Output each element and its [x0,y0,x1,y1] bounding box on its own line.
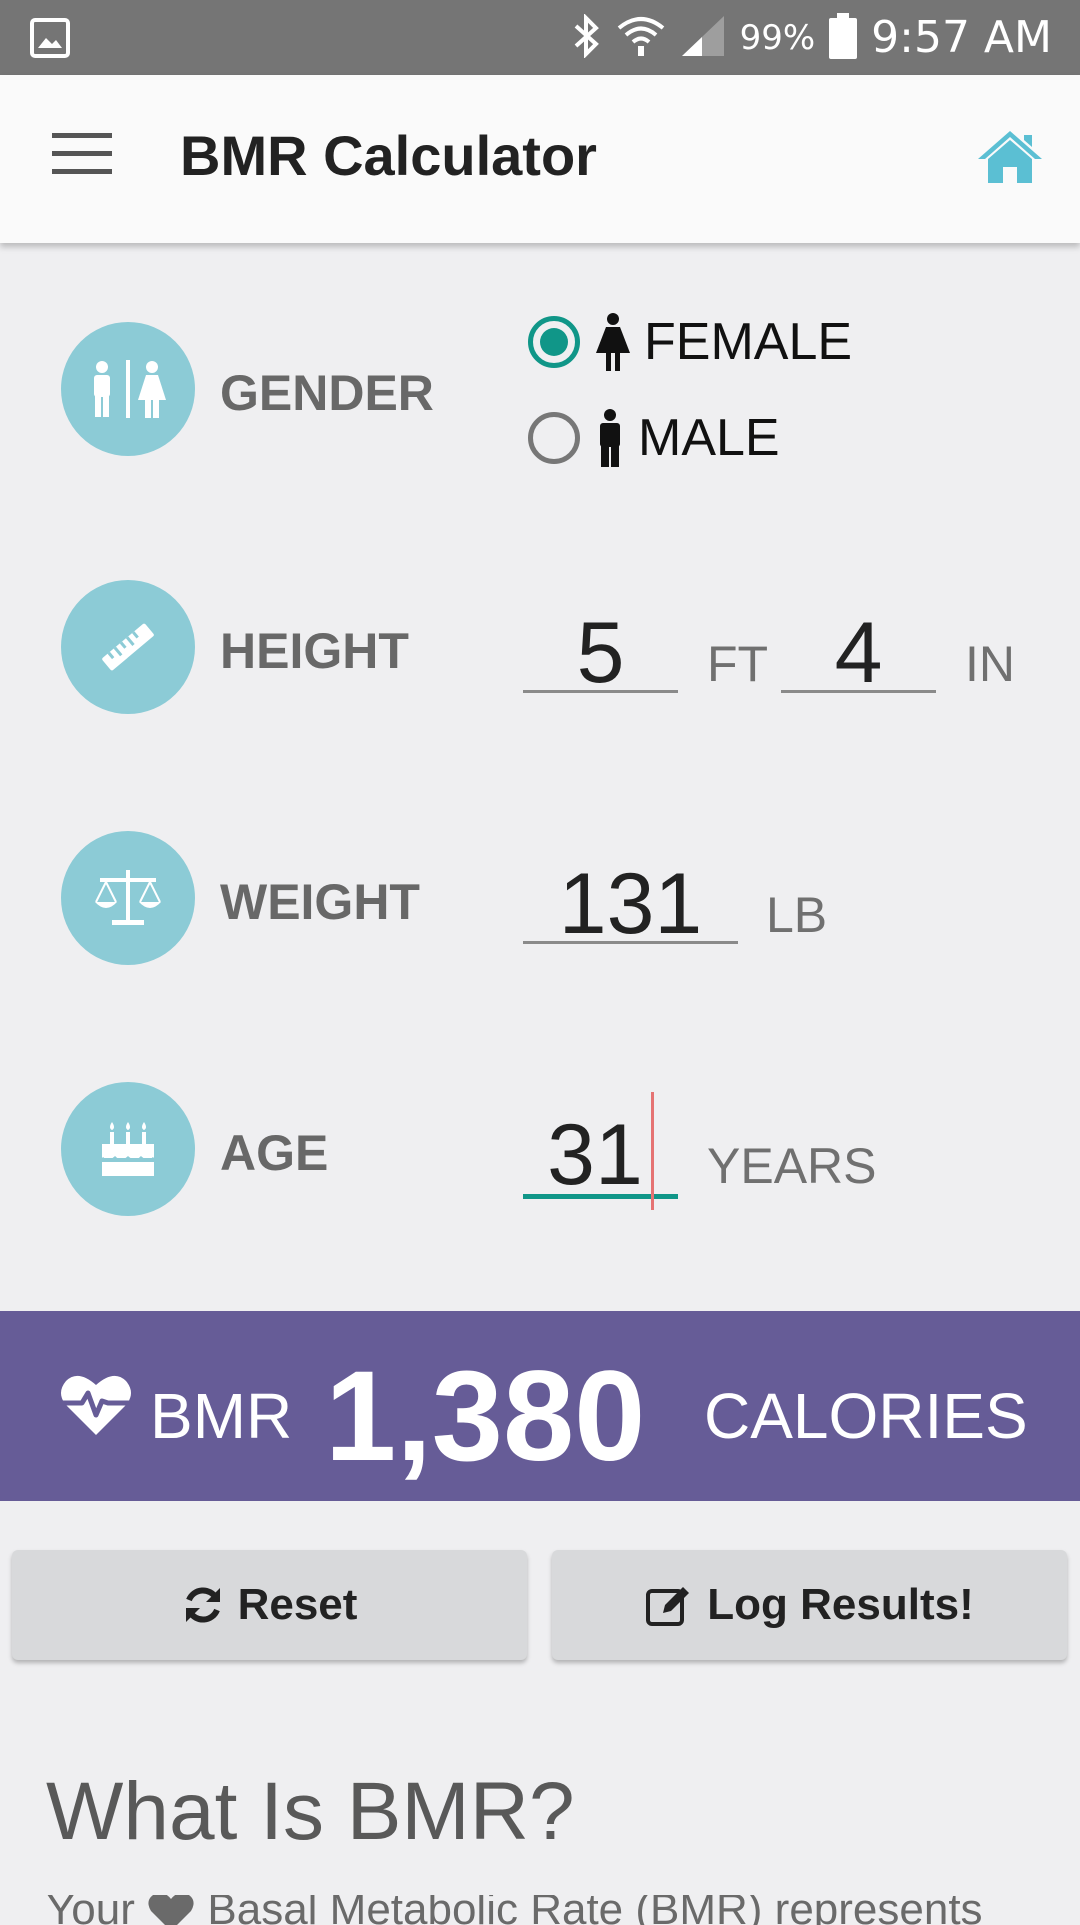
weight-input[interactable]: 131 [523,861,738,947]
refresh-icon [185,1587,220,1623]
reset-button[interactable]: Reset [12,1550,527,1660]
radio-female[interactable]: FEMALE [528,312,852,372]
weight-circle [61,831,195,965]
log-results-label: Log Results! [707,1580,974,1629]
weight-unit: LB [766,887,828,943]
home-icon[interactable] [976,127,1044,190]
battery-icon [829,12,858,63]
menu-icon[interactable] [52,133,112,177]
heartbeat-icon [61,1375,131,1435]
section-body: Your Basal Metabolic Rate (BMR) represen… [46,1895,1046,1925]
wifi-icon [616,14,666,62]
feet-unit: FT [707,636,769,692]
height-circle [61,580,195,714]
height-inches-input[interactable]: 4 [781,610,936,696]
height-feet-input[interactable]: 5 [523,610,678,696]
bmr-unit: CALORIES [704,1380,1028,1452]
male-icon [600,409,620,467]
page-title: BMR Calculator [180,124,597,187]
age-input[interactable]: 31 [523,1092,678,1211]
female-label: FEMALE [644,313,853,371]
radio-male-button[interactable] [528,412,580,464]
female-icon [596,313,630,371]
heart-icon [148,1895,194,1925]
body-text-before: Your [46,1895,135,1925]
inches-unit: IN [965,636,1015,692]
signal-icon [680,14,726,62]
restroom-icon [94,360,166,418]
bmr-value: 1,380 [325,1345,646,1488]
bmr-result-banner: BMR 1,380 CALORIES [0,1311,1080,1501]
text-caret [650,1092,654,1211]
log-results-button[interactable]: Log Results! [552,1550,1067,1660]
edit-icon [646,1587,690,1626]
bmr-label: BMR [150,1380,293,1452]
radio-male[interactable]: MALE [528,408,780,468]
male-label: MALE [638,409,780,467]
image-icon [30,18,70,63]
age-value: 31 [547,1107,643,1203]
gender-label: GENDER [220,365,434,421]
status-time: 9:57 AM [871,12,1052,63]
ruler-icon [102,623,154,671]
body-text-after: Basal Metabolic Rate (BMR) represents [207,1895,983,1925]
age-label: AGE [220,1125,329,1181]
status-bar: 99% 9:57 AM [0,0,1080,75]
section-title: What Is BMR? [46,1766,575,1857]
age-circle [61,1082,195,1216]
reset-label: Reset [237,1580,358,1629]
weight-label: WEIGHT [220,874,420,930]
radio-female-button[interactable] [528,316,580,368]
scale-icon [95,870,161,925]
gender-circle [61,322,195,456]
birthday-cake-icon [100,1122,156,1176]
age-unit: YEARS [707,1138,877,1194]
bluetooth-icon [572,12,602,62]
battery-percent: 99% [739,17,816,58]
height-label: HEIGHT [220,623,409,679]
app-bar: BMR Calculator [0,75,1080,243]
